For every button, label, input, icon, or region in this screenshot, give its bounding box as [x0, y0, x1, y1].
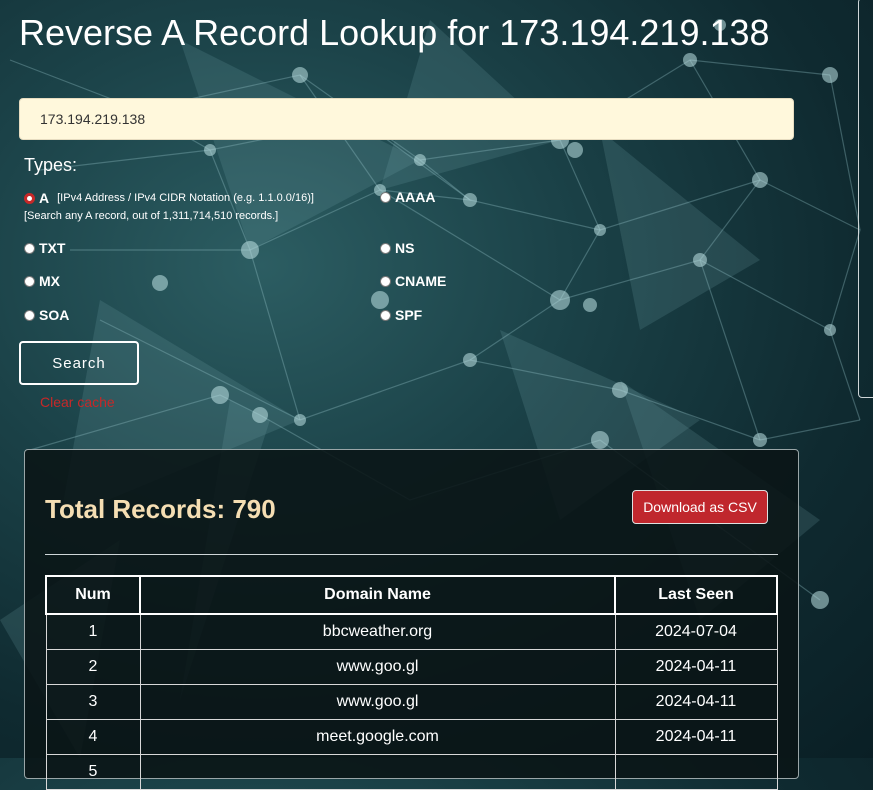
radio-checked-icon[interactable] [24, 192, 35, 204]
column-header-domain[interactable]: Domain Name [139, 575, 616, 615]
radio-type-aaaa[interactable]: AAAA [380, 189, 435, 205]
cell-last-seen [614, 754, 778, 790]
radio-label-spf: SPF [395, 307, 423, 323]
table-row: 4 meet.google.com 2024-04-11 [45, 719, 778, 755]
search-input[interactable] [19, 98, 794, 140]
radio-icon[interactable] [24, 309, 35, 321]
table-row: 2 www.goo.gl 2024-04-11 [45, 649, 778, 685]
radio-label-cname: CNAME [395, 273, 447, 289]
cell-last-seen: 2024-04-11 [614, 649, 778, 685]
clear-cache-link[interactable]: Clear cache [40, 394, 115, 410]
radio-icon[interactable] [380, 191, 391, 203]
right-side-panel [858, 0, 873, 398]
divider [45, 554, 778, 555]
radio-icon[interactable] [24, 242, 35, 254]
radio-type-cname[interactable]: CNAME [380, 273, 446, 289]
radio-a-description: [IPv4 Address / IPv4 CIDR Notation (e.g.… [57, 192, 314, 204]
cell-domain[interactable]: www.goo.gl [139, 684, 616, 720]
cell-num: 2 [45, 649, 141, 685]
cell-num: 1 [45, 613, 141, 650]
radio-type-mx[interactable]: MX [24, 273, 60, 289]
radio-icon[interactable] [24, 275, 35, 287]
page-content: Reverse A Record Lookup for 173.194.219.… [0, 0, 873, 790]
search-button[interactable]: Search [19, 341, 139, 385]
cell-domain[interactable] [139, 754, 616, 790]
table-row: 3 www.goo.gl 2024-04-11 [45, 684, 778, 720]
column-header-last-seen[interactable]: Last Seen [614, 575, 778, 615]
radio-type-a[interactable]: A [IPv4 Address / IPv4 CIDR Notation (e.… [24, 190, 314, 206]
radio-a-subtext: [Search any A record, out of 1,311,714,5… [24, 210, 279, 222]
radio-type-spf[interactable]: SPF [380, 307, 422, 323]
cell-num: 5 [45, 754, 141, 790]
table-row: 5 [45, 754, 778, 790]
radio-label-txt: TXT [39, 240, 66, 256]
types-label: Types: [24, 155, 78, 175]
radio-type-txt[interactable]: TXT [24, 240, 65, 256]
cell-last-seen: 2024-07-04 [614, 613, 778, 650]
cell-domain[interactable]: www.goo.gl [139, 649, 616, 685]
radio-icon[interactable] [380, 309, 391, 321]
results-panel: Total Records: 790 Download as CSV Num D… [24, 449, 799, 790]
radio-icon[interactable] [380, 275, 391, 287]
column-header-num[interactable]: Num [45, 575, 141, 615]
cell-last-seen: 2024-04-11 [614, 719, 778, 755]
radio-type-soa[interactable]: SOA [24, 307, 69, 323]
table-header-row: Num Domain Name Last Seen [45, 575, 778, 615]
radio-label-soa: SOA [39, 307, 70, 323]
cell-num: 4 [45, 719, 141, 755]
cell-num: 3 [45, 684, 141, 720]
table-row: 1 bbcweather.org 2024-07-04 [45, 613, 778, 650]
radio-label-aaaa: AAAA [395, 189, 436, 205]
radio-label-ns: NS [395, 240, 415, 256]
page-title: Reverse A Record Lookup for 173.194.219.… [19, 12, 770, 53]
radio-label-mx: MX [39, 273, 60, 289]
radio-label-a: A [39, 190, 50, 206]
download-csv-button[interactable]: Download as CSV [632, 490, 768, 524]
total-records-heading: Total Records: 790 [45, 494, 276, 524]
radio-type-ns[interactable]: NS [380, 240, 414, 256]
cell-domain[interactable]: bbcweather.org [139, 613, 616, 650]
cell-domain[interactable]: meet.google.com [139, 719, 616, 755]
cell-last-seen: 2024-04-11 [614, 684, 778, 720]
radio-icon[interactable] [380, 242, 391, 254]
